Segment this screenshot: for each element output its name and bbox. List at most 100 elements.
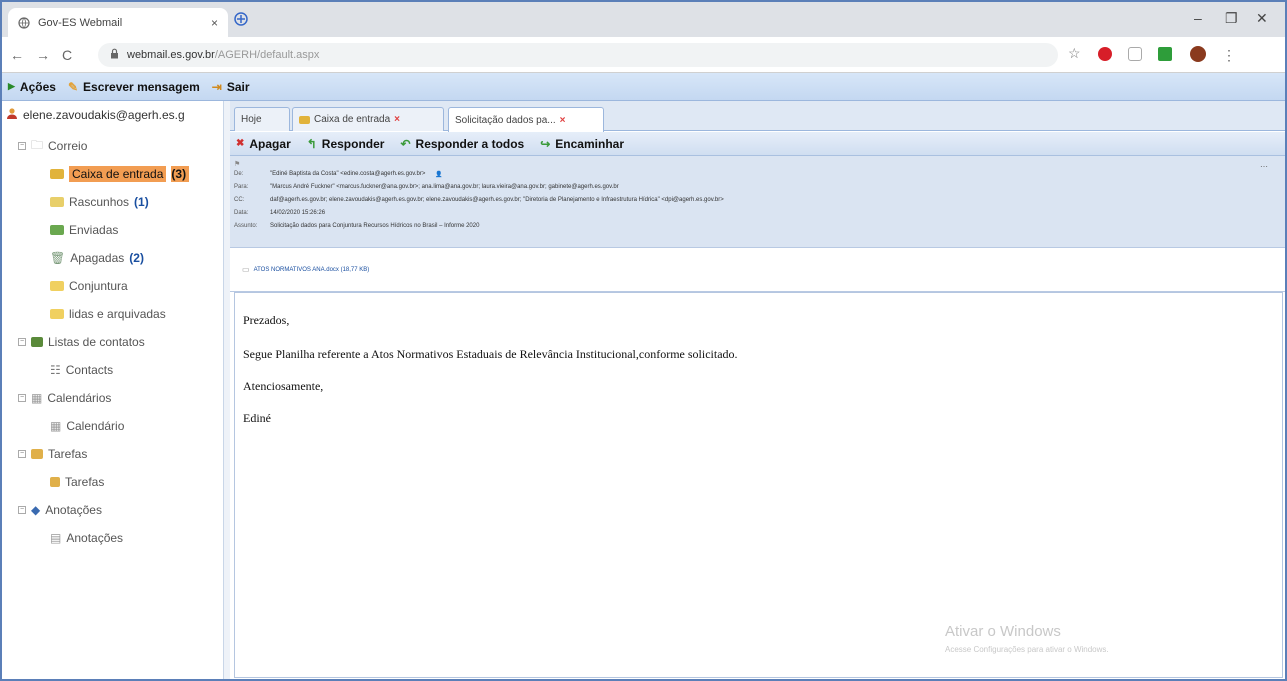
- lock-icon: [110, 48, 119, 62]
- window-close-icon[interactable]: ✕: [1256, 10, 1268, 27]
- close-tab-icon[interactable]: ×: [560, 115, 566, 126]
- sidebar-item-tasks[interactable]: Tarefas: [50, 471, 104, 493]
- close-tab-icon[interactable]: ×: [211, 16, 218, 30]
- extension-reader-icon[interactable]: [1128, 47, 1142, 61]
- bookmark-star-icon[interactable]: ☆: [1068, 45, 1082, 61]
- add-contact-icon[interactable]: 👤: [435, 171, 442, 178]
- message-toolbar: ✖ Apagar ↰ Responder ↶ Responder a todos…: [230, 132, 1285, 156]
- collapse-icon[interactable]: −: [18, 450, 26, 458]
- message-header: ⚑ ⋯ De: "Ediné Baptista da Costa" <edine…: [230, 156, 1285, 248]
- sidebar-item-notes-group[interactable]: − ◆ Anotações: [18, 499, 102, 521]
- body-greeting: Prezados,: [243, 313, 290, 327]
- extension-check-icon[interactable]: [1158, 47, 1172, 61]
- forward-button[interactable]: ↪ Encaminhar: [540, 137, 624, 151]
- minimize-icon[interactable]: –: [1194, 10, 1202, 26]
- compose-button[interactable]: ✎ Escrever mensagem: [68, 80, 200, 94]
- url-domain: webmail.es.gov.br: [127, 49, 215, 61]
- sidebar-item-notes[interactable]: ▤ Anotações: [50, 527, 123, 549]
- calendar-group-icon: ▦: [31, 391, 43, 405]
- inbox-folder-icon: [50, 169, 64, 179]
- delete-icon: ✖: [236, 138, 245, 149]
- body-closing: Atenciosamente,: [243, 379, 324, 393]
- browser-tabbar: Gov-ES Webmail × – ❐ ✕: [2, 2, 1285, 37]
- header-cc-row: CC: daf@agerh.es.gov.br; elene.zavoudaki…: [234, 197, 724, 203]
- close-tab-icon[interactable]: ×: [394, 114, 400, 125]
- pencil-icon: ✎: [67, 79, 79, 94]
- message-body: Prezados, Segue Planilha referente a Ato…: [234, 292, 1283, 678]
- tab-today[interactable]: Hoje: [234, 107, 290, 131]
- subject-value: Solicitação dados para Conjuntura Recurs…: [270, 223, 480, 229]
- exit-icon: ⇥: [211, 79, 222, 94]
- document-icon: ▭: [242, 265, 250, 274]
- sidebar-item-conjuntura[interactable]: Conjuntura: [50, 275, 128, 297]
- tasks-icon: [50, 477, 60, 487]
- sidebar-item-archived[interactable]: lidas e arquivadas: [50, 303, 166, 325]
- url-field[interactable]: webmail.es.gov.br/AGERH/default.aspx: [98, 43, 1058, 67]
- body-signature: Ediné: [243, 411, 271, 425]
- activation-watermark-title: Ativar o Windows: [945, 623, 1061, 640]
- address-book-icon: [31, 337, 43, 347]
- extension-stop-icon[interactable]: [1098, 47, 1112, 61]
- sidebar-item-contacts[interactable]: ☷ Contacts: [50, 359, 113, 381]
- browser-tab[interactable]: Gov-ES Webmail ×: [8, 8, 228, 37]
- sidebar-item-correio[interactable]: − 🗀 Correio: [18, 135, 87, 157]
- url-path: /AGERH/default.aspx: [214, 49, 320, 61]
- reload-icon[interactable]: C: [62, 47, 72, 63]
- collapse-icon[interactable]: −: [18, 142, 26, 150]
- main-pane: Hoje Caixa de entrada × Solicitação dado…: [230, 101, 1285, 679]
- actions-menu[interactable]: ▶ Ações: [8, 80, 56, 94]
- sidebar: elene.zavoudakis@agerh.es.g − 🗀 Correio …: [2, 101, 224, 679]
- sent-folder-icon: [50, 225, 64, 235]
- tab-message[interactable]: Solicitação dados pa... ×: [448, 107, 604, 132]
- tasks-group-icon: [31, 449, 43, 459]
- logout-button[interactable]: ⇥ Sair: [212, 80, 250, 94]
- contacts-icon: ☷: [50, 363, 61, 377]
- collapse-icon[interactable]: −: [18, 338, 26, 346]
- body-line: Segue Planilha referente a Atos Normativ…: [243, 347, 738, 361]
- to-value[interactable]: "Marcus André Fuckner" <marcus.fuckner@a…: [270, 184, 619, 190]
- collapse-icon[interactable]: −: [18, 394, 26, 402]
- folder-icon: [50, 309, 64, 319]
- address-bar-row: ← → C webmail.es.gov.br/AGERH/default.as…: [2, 37, 1285, 73]
- attachment-bar: ▭ ATOS NORMATIVOS ANA.docx (18,77 KB): [230, 248, 1285, 292]
- profile-avatar[interactable]: [1190, 46, 1206, 62]
- sidebar-item-contacts-group[interactable]: − Listas de contatos: [18, 331, 145, 353]
- sidebar-item-sent[interactable]: Enviadas: [50, 219, 118, 241]
- back-icon[interactable]: ←: [10, 47, 24, 63]
- attachment-link[interactable]: ATOS NORMATIVOS ANA.docx (18,77 KB): [254, 267, 370, 273]
- reply-all-button[interactable]: ↶ Responder a todos: [400, 137, 524, 151]
- browser-tab-title: Gov-ES Webmail: [38, 16, 123, 29]
- tab-inbox[interactable]: Caixa de entrada ×: [292, 107, 444, 131]
- account-email: elene.zavoudakis@agerh.es.g: [23, 107, 185, 122]
- cc-value[interactable]: daf@agerh.es.gov.br; elene.zavoudakis@ag…: [270, 197, 724, 203]
- trash-icon: 🗑: [50, 251, 66, 265]
- sidebar-item-calendars-group[interactable]: − ▦ Calendários: [18, 387, 111, 409]
- sidebar-item-inbox[interactable]: Caixa de entrada (3): [50, 163, 190, 185]
- header-date-row: Data: 14/02/2020 15:26:26: [234, 210, 326, 216]
- note-icon: ▤: [50, 531, 62, 545]
- flag-icon: ⚑: [234, 161, 241, 168]
- content-tabs: Hoje Caixa de entrada × Solicitação dado…: [230, 101, 1285, 132]
- from-value[interactable]: "Ediné Baptista da Costa" <edine.costa@a…: [270, 171, 425, 178]
- collapse-icon[interactable]: −: [18, 506, 26, 514]
- forward-icon: ↪: [540, 136, 551, 151]
- sidebar-item-tasks-group[interactable]: − Tarefas: [18, 443, 87, 465]
- sidebar-item-drafts[interactable]: Rascunhos (1): [50, 191, 149, 213]
- maximize-icon[interactable]: ❐: [1225, 10, 1238, 27]
- triangle-icon: ▶: [8, 81, 15, 91]
- delete-button[interactable]: ✖ Apagar: [236, 137, 291, 151]
- account-node[interactable]: elene.zavoudakis@agerh.es.g: [6, 107, 222, 122]
- drafts-folder-icon: [50, 197, 64, 207]
- sidebar-item-calendar[interactable]: ▦ Calendário: [50, 415, 124, 437]
- user-icon: [6, 107, 18, 122]
- new-tab-icon[interactable]: [234, 12, 248, 31]
- calendar-icon: ▦: [50, 419, 62, 433]
- date-value: 14/02/2020 15:26:26: [270, 210, 326, 216]
- globe-icon: [18, 16, 30, 29]
- browser-menu-icon[interactable]: ⋮: [1222, 47, 1236, 64]
- sidebar-item-deleted[interactable]: 🗑 Apagadas (2): [50, 247, 144, 269]
- reply-button[interactable]: ↰ Responder: [307, 137, 385, 151]
- mailbox-icon: 🗀: [31, 137, 44, 152]
- header-options-icon[interactable]: ⋯: [1260, 162, 1268, 171]
- forward-icon[interactable]: →: [36, 47, 50, 63]
